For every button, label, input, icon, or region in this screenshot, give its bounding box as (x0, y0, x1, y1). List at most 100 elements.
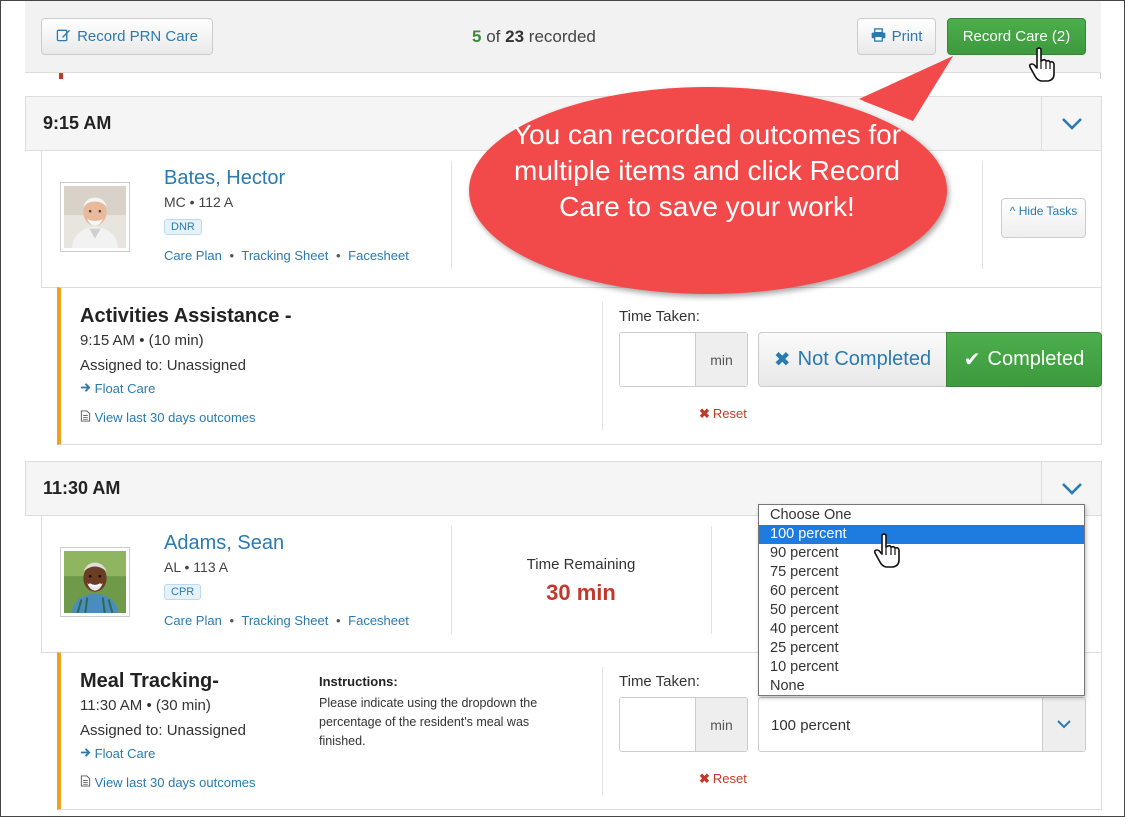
not-completed-label: Not Completed (797, 348, 932, 370)
divider (982, 161, 983, 269)
divider (451, 161, 452, 269)
task-assigned: Assigned to: Unassigned (80, 357, 246, 374)
facesheet-link[interactable]: Facesheet (348, 248, 409, 263)
meal-percentage-dropdown[interactable]: Choose One 100 percent 90 percent 75 per… (758, 504, 1085, 696)
hide-tasks-button[interactable]: ^ Hide Tasks (1001, 198, 1086, 238)
time-remaining-label: Time Remaining (526, 556, 636, 573)
view-outcomes-label: View last 30 days outcomes (94, 410, 256, 425)
time-taken-field[interactable] (620, 698, 696, 751)
time-taken-field[interactable] (620, 333, 696, 386)
dropdown-option[interactable]: Choose One (759, 506, 1084, 525)
chevron-down-icon (1061, 482, 1082, 495)
completed-label: Completed (987, 348, 1085, 370)
float-care-link[interactable]: Float Care (80, 746, 155, 761)
divider (602, 302, 603, 430)
divider (451, 526, 452, 634)
dropdown-option[interactable]: 25 percent (759, 639, 1084, 658)
avatar[interactable] (60, 547, 130, 617)
instructions-body: Please indicate using the dropdown the p… (319, 696, 538, 748)
dropdown-option[interactable]: 90 percent (759, 544, 1084, 563)
arrow-right-icon (80, 381, 95, 396)
task-time-value: 9:15 AM (80, 332, 136, 349)
collapse-toggle[interactable] (1041, 97, 1101, 150)
tracking-sheet-link[interactable]: Tracking Sheet (241, 613, 328, 628)
times-icon: ✖ (699, 406, 710, 421)
task-duration: (10 min) (148, 332, 204, 349)
divider (602, 667, 603, 795)
reset-label: Reset (712, 406, 747, 421)
task-assigned: Assigned to: Unassigned (80, 722, 246, 739)
float-care-link[interactable]: Float Care (80, 381, 155, 396)
recorded-count: 5 of 23 recorded (472, 27, 596, 47)
hand-pointer-icon (873, 533, 900, 568)
reset-link[interactable]: ✖ Reset (699, 406, 747, 422)
bullet: • (139, 332, 149, 349)
section-time: 11:30 AM (43, 478, 121, 498)
view-outcomes-label: View last 30 days outcomes (94, 775, 256, 790)
arrow-right-icon (80, 746, 95, 761)
bullet: • (184, 559, 190, 575)
resident-links: Care Plan • Tracking Sheet • Facesheet (164, 613, 409, 628)
select-arrow[interactable] (1042, 698, 1085, 751)
task-title: Activities Assistance - (80, 305, 292, 327)
status-badge: DNR (164, 219, 202, 235)
times-icon: ✖ (699, 771, 710, 786)
time-taken-input[interactable]: min (619, 697, 748, 752)
document-icon (80, 775, 95, 790)
check-icon: ✔ (963, 349, 981, 371)
not-completed-button[interactable]: ✖ Not Completed (758, 332, 947, 387)
facesheet-link[interactable]: Facesheet (348, 613, 409, 628)
dropdown-option[interactable]: 50 percent (759, 601, 1084, 620)
resident-name[interactable]: Adams, Sean (164, 532, 284, 555)
time-taken-label: Time Taken: (619, 308, 700, 325)
view-outcomes-link[interactable]: View last 30 days outcomes (80, 775, 256, 790)
task-title: Meal Tracking- (80, 670, 219, 692)
section-time: 9:15 AM (43, 113, 112, 133)
dropdown-option[interactable]: 60 percent (759, 582, 1084, 601)
resident-room: MC • 112 A (164, 194, 233, 210)
recorded-total: 23 (505, 27, 525, 46)
dropdown-option[interactable]: None (759, 677, 1084, 696)
room-prefix: MC (164, 194, 186, 210)
record-prn-care-button[interactable]: Record PRN Care (41, 18, 213, 55)
view-outcomes-link[interactable]: View last 30 days outcomes (80, 410, 256, 425)
care-plan-link[interactable]: Care Plan (164, 248, 222, 263)
dropdown-option[interactable]: 40 percent (759, 620, 1084, 639)
meal-percentage-select[interactable]: 100 percent (758, 697, 1086, 752)
task-activities-assistance: Activities Assistance - 9:15 AM • (10 mi… (57, 287, 1102, 445)
resident-links: Care Plan • Tracking Sheet • Facesheet (164, 248, 409, 263)
float-care-label: Float Care (94, 381, 156, 396)
time-unit: min (695, 698, 747, 751)
task-time-value: 11:30 AM (80, 697, 143, 714)
hand-pointer-icon (1028, 47, 1055, 82)
edit-icon (56, 27, 71, 46)
avatar[interactable] (60, 182, 130, 252)
completed-button[interactable]: ✔ Completed (946, 332, 1102, 387)
app-frame: Record PRN Care 5 of 23 recorded Print R… (0, 0, 1125, 817)
care-plan-link[interactable]: Care Plan (164, 613, 222, 628)
task-time: 11:30 AM • (30 min) (80, 697, 211, 714)
reset-label: Reset (712, 771, 747, 786)
printer-icon (871, 27, 886, 46)
reset-link[interactable]: ✖ Reset (699, 771, 747, 787)
separator: • (229, 613, 234, 628)
print-button[interactable]: Print (857, 18, 936, 55)
dropdown-option[interactable]: 75 percent (759, 563, 1084, 582)
time-remaining-value: 30 min (546, 580, 616, 605)
recorded-suffix: recorded (528, 27, 596, 46)
tracking-sheet-link[interactable]: Tracking Sheet (241, 248, 328, 263)
record-care-button[interactable]: Record Care (2) (947, 18, 1086, 55)
time-taken-label: Time Taken: (619, 673, 700, 690)
resident-name[interactable]: Bates, Hector (164, 167, 285, 190)
times-icon: ✖ (773, 349, 791, 371)
room-prefix: AL (164, 559, 181, 575)
dropdown-option-selected[interactable]: 100 percent (759, 525, 1084, 544)
divider (711, 526, 712, 634)
caret-up-icon: ^ (1009, 204, 1019, 218)
print-label: Print (891, 28, 923, 45)
time-taken-input[interactable]: min (619, 332, 748, 387)
recorded-done: 5 (472, 27, 482, 46)
status-marker (59, 73, 63, 79)
dropdown-option[interactable]: 10 percent (759, 658, 1084, 677)
resident-photo (64, 551, 126, 613)
